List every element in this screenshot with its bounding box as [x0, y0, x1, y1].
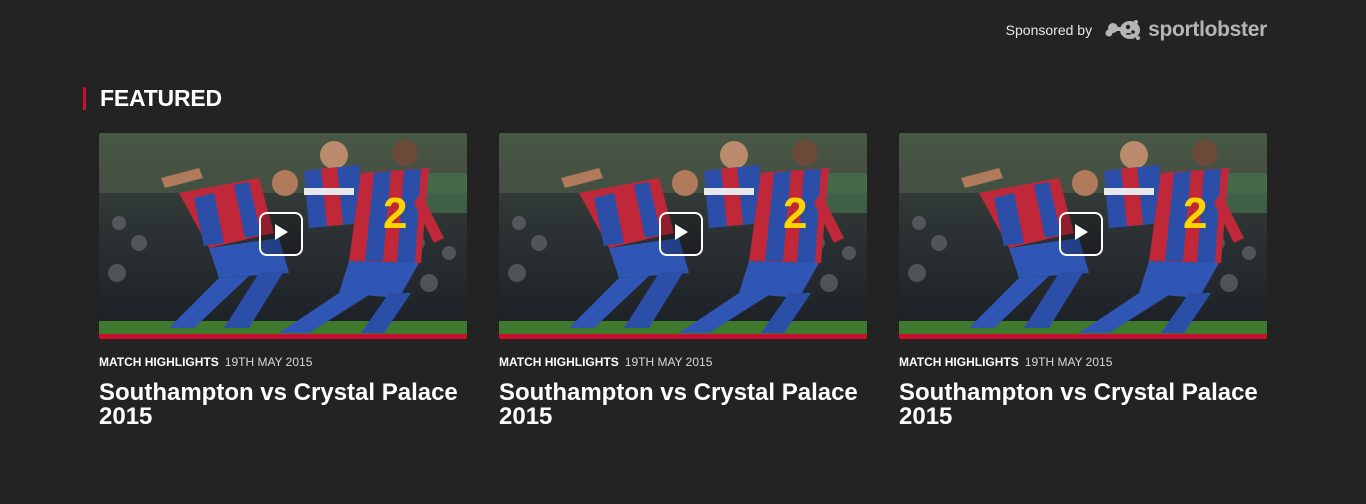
section-header: FEATURED — [83, 85, 222, 112]
card-category[interactable]: MATCH HIGHLIGHTS — [899, 355, 1019, 369]
video-card[interactable]: 2 MATCH HIGHLIGHTS 19TH MAY 2015 Southam… — [499, 133, 867, 429]
card-title[interactable]: Southampton vs Crystal Palace 2015 — [499, 381, 867, 429]
card-category[interactable]: MATCH HIGHLIGHTS — [499, 355, 619, 369]
card-title[interactable]: Southampton vs Crystal Palace 2015 — [99, 381, 467, 429]
card-title[interactable]: Southampton vs Crystal Palace 2015 — [899, 381, 1267, 429]
video-card[interactable]: 2 MATCH HIGHLIGHTS 19TH MAY 2015 Southam… — [99, 133, 467, 429]
card-meta: MATCH HIGHLIGHTS 19TH MAY 2015 — [499, 355, 867, 369]
video-thumbnail[interactable]: 2 — [899, 133, 1267, 339]
play-icon — [273, 223, 289, 246]
sponsor-logo[interactable]: sportlobster — [1104, 16, 1267, 44]
card-meta: MATCH HIGHLIGHTS 19TH MAY 2015 — [899, 355, 1267, 369]
play-button[interactable] — [1059, 212, 1103, 256]
video-card[interactable]: 2 MATCH HIGHLIGHTS 19TH MAY 2015 Southam… — [899, 133, 1267, 429]
accent-bar — [83, 87, 86, 110]
card-date: 19TH MAY 2015 — [1024, 355, 1113, 369]
svg-text:2: 2 — [783, 189, 807, 238]
section-title: FEATURED — [100, 85, 222, 111]
lobster-icon — [1104, 16, 1144, 44]
card-date: 19TH MAY 2015 — [224, 355, 313, 369]
sponsor-name: sportlobster — [1148, 18, 1267, 41]
sponsor-label: Sponsored by — [1005, 22, 1093, 38]
svg-text:2: 2 — [1183, 189, 1207, 238]
featured-cards: 2 MATCH HIGHLIGHTS 19TH MAY 2015 Southam… — [99, 133, 1267, 429]
card-date: 19TH MAY 2015 — [624, 355, 713, 369]
play-button[interactable] — [659, 212, 703, 256]
video-thumbnail[interactable]: 2 — [99, 133, 467, 339]
play-icon — [673, 223, 689, 246]
card-category[interactable]: MATCH HIGHLIGHTS — [99, 355, 219, 369]
play-icon — [1073, 223, 1089, 246]
svg-text:2: 2 — [383, 189, 407, 238]
sponsor-block: Sponsored by sportlobster — [1005, 16, 1268, 44]
play-button[interactable] — [259, 212, 303, 256]
card-meta: MATCH HIGHLIGHTS 19TH MAY 2015 — [99, 355, 467, 369]
video-thumbnail[interactable]: 2 — [499, 133, 867, 339]
